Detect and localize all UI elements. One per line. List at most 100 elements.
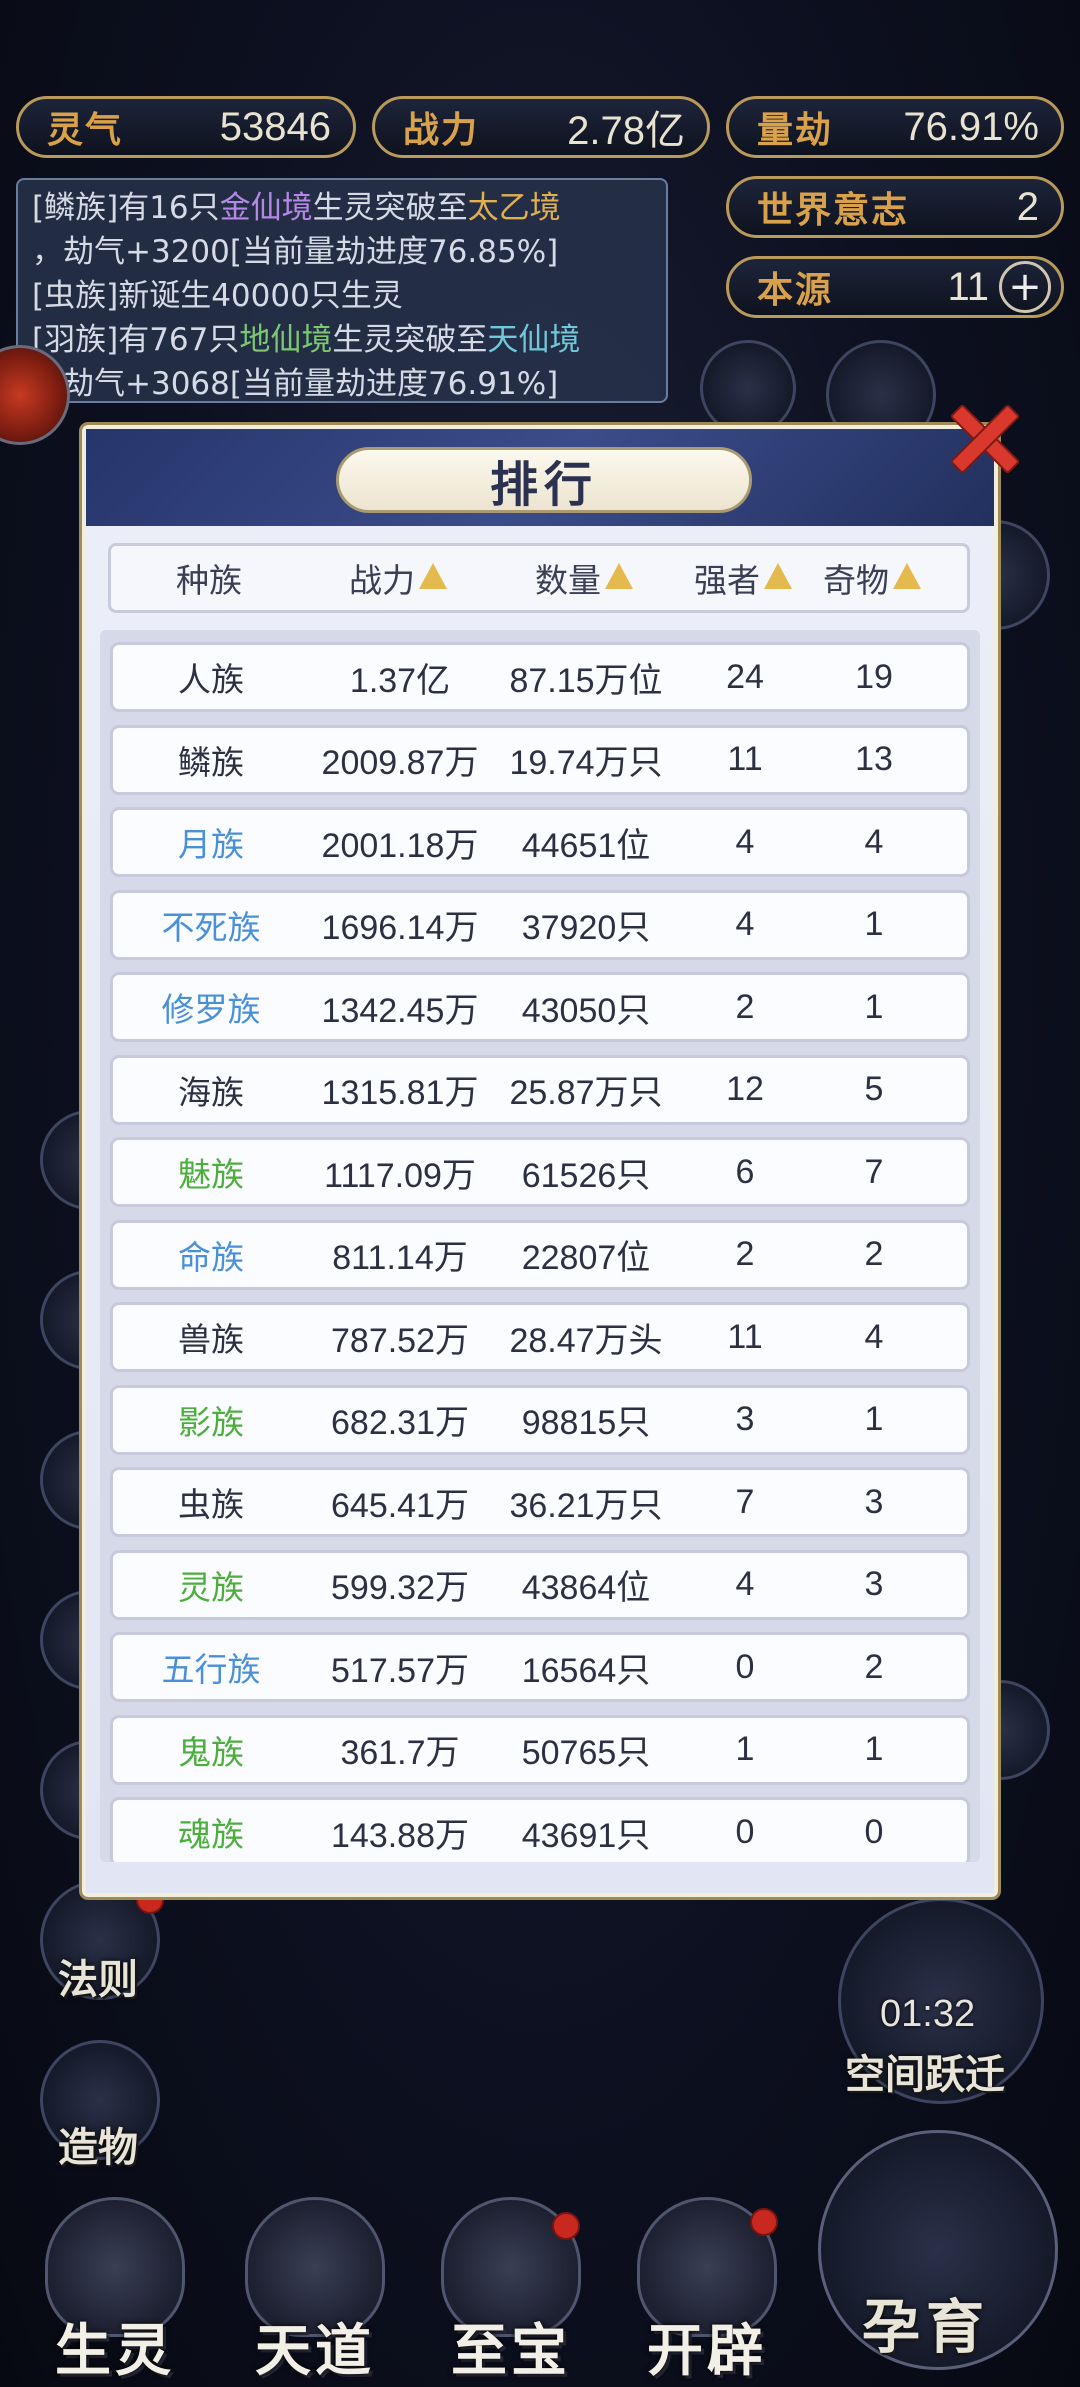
cell-strong: 11 [727,740,763,778]
log-line: [鳞族]有16只金仙境生灵突破至太乙境 [32,190,561,226]
cell-strong: 0 [735,1647,755,1686]
cell-strong: 3 [735,1400,755,1438]
zhibao-badge [552,2212,580,2240]
cell-name: 鳞族 [178,742,244,782]
shijie-stat[interactable]: 世界意志 2 [726,176,1064,238]
cell-power: 1.37亿 [349,661,451,700]
benyuan-stat[interactable]: 本源 11 + [726,256,1064,318]
shengling-button[interactable]: 生灵 [20,2197,210,2387]
cell-items: 1 [864,987,884,1026]
cell-name: 虫族 [178,1485,244,1524]
close-button[interactable] [938,392,1030,484]
sort-arrow-icon [764,563,792,589]
cell-power: 1342.45万 [321,991,479,1030]
kaipi-badge [750,2208,778,2236]
panel-title: 排行 [336,447,752,513]
cell-name: 修罗族 [161,990,261,1029]
event-log[interactable]: [鳞族]有16只金仙境生灵突破至太乙境 ，劫气+3200[当前量劫进度76.85… [16,178,668,403]
table-row[interactable]: 月族 2001.18万 44651位 4 4 [110,807,970,877]
table-row[interactable]: 虫族 645.41万 36.21万只 7 3 [110,1467,970,1537]
cell-items: 19 [855,657,893,696]
cell-strong: 4 [735,905,755,943]
table-row[interactable]: 鬼族 361.7万 50765只 1 1 [110,1714,970,1785]
add-benyuan-icon[interactable]: + [999,261,1051,313]
cell-items: 1 [864,905,884,943]
cell-name: 五行族 [161,1650,261,1689]
benyuan-value: 11 [947,264,989,309]
cell-power: 787.52万 [331,1321,469,1360]
kongjian-timer: 01:32 [880,1993,976,2035]
table-row[interactable]: 影族 682.31万 98815只 3 1 [110,1384,970,1455]
cell-power: 682.31万 [331,1404,469,1442]
sort-arrow-icon [605,563,633,589]
tiandao-button[interactable]: 天道 [220,2197,410,2387]
cell-items: 2 [864,1235,884,1273]
ranking-list[interactable]: 人族 1.37亿 87.15万位 24 19 鳞族 2009.87万 19.74万只 11 13 月… [100,630,980,1862]
table-row[interactable]: 修罗族 1342.45万 43050只 2 1 [110,972,970,1042]
table-row[interactable]: 人族 1.37亿 87.15万位 24 19 [110,642,970,712]
cell-name: 影族 [178,1402,244,1442]
zhanli-label: 战力 [403,110,480,151]
benyuan-label: 本源 [757,270,834,311]
cell-items: 13 [855,740,893,778]
shijie-label: 世界意志 [757,190,910,231]
cell-power: 1117.09万 [324,1156,476,1195]
cell-count: 87.15万位 [509,661,663,700]
cell-strong: 6 [735,1152,755,1191]
lingqi-label: 灵气 [47,110,124,151]
liangjie-stat[interactable]: 量劫 76.91% [726,96,1064,158]
cell-count: 36.21万只 [509,1486,663,1525]
tiandao-label: 天道 [255,2319,375,2384]
cell-name: 月族 [178,825,244,864]
cell-power: 811.14万 [332,1239,468,1277]
cell-name: 海族 [178,1072,244,1112]
cell-name: 命族 [178,1237,244,1277]
yunyu-label: 孕育 [862,2293,991,2361]
table-row[interactable]: 鳞族 2009.87万 19.74万只 11 13 [110,724,970,795]
cell-strong: 1 [735,1730,755,1768]
table-row[interactable]: 魅族 1117.09万 61526只 6 7 [110,1137,970,1207]
table-row[interactable]: 命族 811.14万 22807位 2 2 [110,1219,970,1290]
cell-count: 43691只 [521,1816,651,1855]
liangjie-label: 量劫 [757,110,834,151]
cell-count: 22807位 [521,1239,651,1277]
column-strong-sort[interactable]: 强者 [679,554,807,602]
kaipi-label: 开辟 [647,2319,767,2384]
sort-arrow-icon [893,563,921,589]
table-row[interactable]: 海族 1315.81万 25.87万只 12 5 [110,1054,970,1125]
table-row[interactable]: 兽族 787.52万 28.47万头 11 4 [110,1302,970,1372]
cell-items: 1 [864,1730,884,1768]
lingqi-stat: 灵气 53846 [16,96,356,158]
cell-name: 不死族 [161,907,261,947]
zhanli-value: 2.78亿 [567,109,685,153]
cell-count: 44651位 [521,826,651,865]
cell-strong: 2 [735,987,755,1026]
table-row[interactable]: 五行族 517.57万 16564只 0 2 [110,1632,970,1702]
cell-strong: 11 [727,1317,763,1356]
cell-power: 2009.87万 [321,744,479,782]
cell-count: 50765只 [521,1734,651,1772]
cell-strong: 4 [735,1565,755,1603]
cell-strong: 12 [726,1070,764,1108]
shijie-value: 2 [1016,184,1039,229]
cell-power: 361.7万 [340,1734,460,1772]
column-power-sort[interactable]: 战力 [307,554,489,602]
cell-items: 7 [864,1152,884,1191]
table-row[interactable]: 魂族 143.88万 43691只 0 0 [110,1797,970,1862]
cell-items: 1 [864,1400,884,1438]
table-row[interactable]: 不死族 1696.14万 37920只 4 1 [110,889,970,960]
cell-items: 3 [864,1565,884,1603]
column-count-sort[interactable]: 数量 [489,554,679,602]
table-row[interactable]: 灵族 599.32万 43864位 4 3 [110,1549,970,1620]
cell-strong: 2 [735,1235,755,1273]
cell-count: 37920只 [521,909,651,947]
book-icon[interactable] [700,340,796,436]
cell-power: 1315.81万 [321,1074,479,1112]
cell-items: 0 [864,1812,884,1851]
cell-power: 1696.14万 [321,909,479,947]
cell-power: 2001.18万 [321,826,479,865]
log-line: [羽族]有767只地仙境生灵突破至天仙境 [32,322,581,358]
cell-items: 3 [864,1482,884,1521]
cell-items: 5 [864,1070,884,1108]
column-items-sort[interactable]: 奇物 [807,554,937,602]
